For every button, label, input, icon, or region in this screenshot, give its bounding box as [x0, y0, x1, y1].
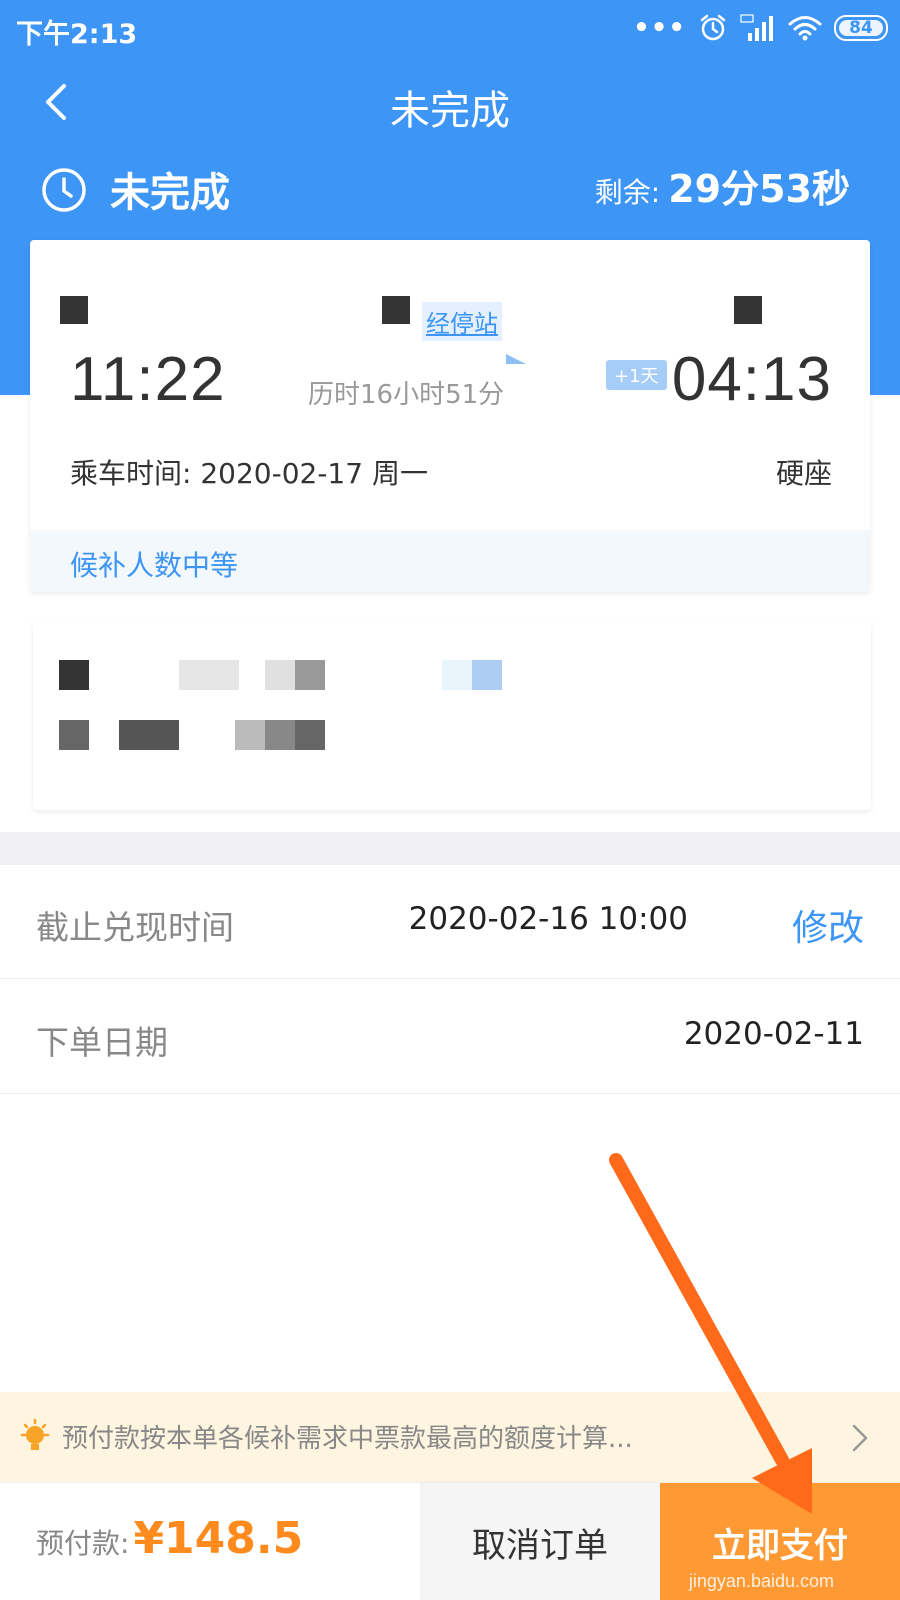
redacted-block — [59, 660, 89, 690]
order-status-row: 未完成 剩余: 29分53秒 — [0, 158, 900, 218]
cancel-order-button[interactable]: 取消订单 — [420, 1483, 660, 1600]
redacted-block — [295, 720, 325, 750]
pay-now-label: 立即支付 — [712, 1525, 848, 1566]
order-date-label: 下单日期 — [36, 1023, 168, 1062]
modify-deadline-button[interactable]: 修改 — [792, 899, 864, 951]
redacted-departure-station — [60, 296, 88, 324]
chevron-right-icon[interactable] — [850, 1422, 870, 1454]
more-dots-icon: ••• — [633, 13, 686, 43]
bottom-action-bar: 预付款: ¥148.5 取消订单 立即支付 jingyan.baidu.com — [0, 1482, 900, 1600]
order-date-value: 2020-02-11 — [683, 1016, 864, 1052]
prepay-amount: ¥148.5 — [133, 1513, 304, 1564]
redacted-arrival-station — [734, 296, 762, 324]
redacted-block — [265, 660, 295, 690]
wifi-icon — [788, 16, 822, 41]
trip-duration: 历时16小时51分 — [308, 380, 505, 410]
redacted-train-number — [382, 296, 410, 324]
route-arrow-icon — [402, 354, 526, 364]
alarm-icon — [700, 14, 726, 41]
redacted-block — [295, 660, 325, 690]
redacted-block — [59, 720, 89, 750]
prepay-amount-group: 预付款: ¥148.5 — [36, 1513, 303, 1564]
page-title: 未完成 — [390, 88, 510, 134]
signal-hd-icon — [740, 14, 773, 41]
clock-icon — [42, 168, 86, 212]
passenger-card — [33, 620, 871, 810]
prepay-notice-text: 预付款按本单各候补需求中票款最高的额度计算... — [62, 1424, 633, 1454]
watermark: jingyan.baidu.com — [688, 1571, 834, 1591]
remaining-label: 剩余: — [594, 176, 661, 209]
redacted-block — [179, 660, 239, 690]
prepay-label: 预付款: — [36, 1527, 130, 1560]
order-status-label: 未完成 — [110, 170, 230, 216]
via-stations-link[interactable]: 经停站 — [422, 302, 502, 341]
redacted-block — [472, 660, 502, 690]
status-time: 下午2:13 — [16, 19, 138, 50]
ride-date: 乘车时间: 2020-02-17 周一 — [70, 457, 428, 490]
lightbulb-icon — [20, 1418, 50, 1450]
battery-level: 84 — [849, 18, 873, 38]
next-day-badge: +1天 — [606, 360, 667, 390]
arrival-time: 04:13 — [671, 345, 832, 414]
deadline-label: 截止兑现时间 — [36, 908, 234, 947]
status-icons: ••• 84 — [633, 12, 888, 44]
redacted-block — [265, 720, 295, 750]
queue-status-bar: 候补人数中等 — [30, 530, 870, 592]
queue-level: 候补人数中等 — [70, 549, 239, 582]
deadline-row: 截止兑现时间 2020-02-16 10:00 修改 — [0, 865, 900, 979]
status-bar: 下午2:13 ••• 84 — [0, 0, 900, 58]
redacted-block — [235, 720, 265, 750]
remaining-value: 29分53秒 — [668, 167, 850, 211]
battery-icon: 84 — [834, 15, 888, 41]
seat-type: 硬座 — [775, 457, 832, 490]
departure-time: 11:22 — [70, 345, 226, 414]
redacted-block — [119, 720, 179, 750]
remaining-time: 剩余: 29分53秒 — [595, 158, 850, 213]
deadline-value: 2020-02-16 10:00 — [408, 901, 688, 937]
section-separator — [0, 832, 900, 865]
prepay-notice-bar[interactable]: 预付款按本单各候补需求中票款最高的额度计算... — [0, 1392, 900, 1482]
redacted-block — [442, 660, 472, 690]
order-date-row: 下单日期 2020-02-11 — [0, 980, 900, 1094]
train-info-card: 经停站 11:22 历时16小时51分 +1天 04:13 乘车时间: 2020… — [30, 240, 870, 592]
